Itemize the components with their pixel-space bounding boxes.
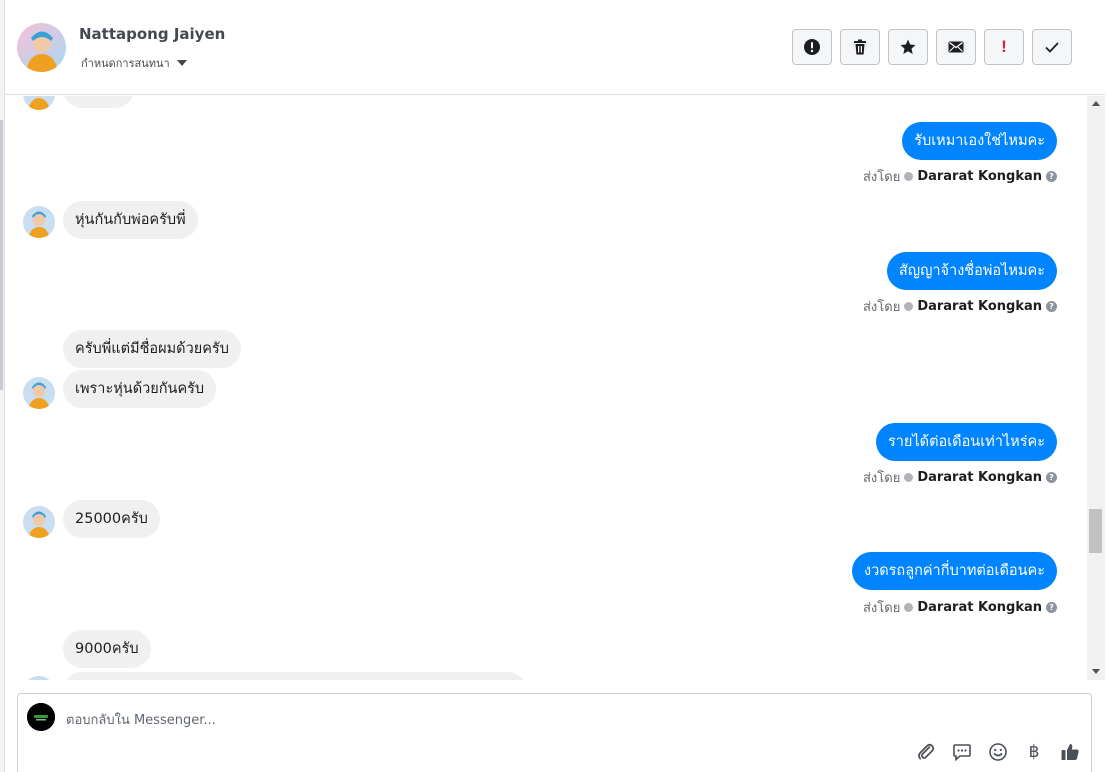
delete-button[interactable] <box>840 29 880 65</box>
agent-status-icon <box>904 172 914 181</box>
help-icon[interactable]: ? <box>1046 171 1057 182</box>
envelope-icon <box>948 41 964 53</box>
contact-avatar-small <box>23 96 55 110</box>
reply-composer: ตอบกลับใน Messenger... ฿ <box>17 693 1092 772</box>
outgoing-message[interactable]: งวดรถลูกค่ากี่บาทต่อเดือนคะ <box>851 552 1057 590</box>
sent-by-label: ส่งโดย <box>862 471 901 486</box>
reply-input[interactable]: ตอบกลับใน Messenger... <box>66 709 216 730</box>
mark-unread-button[interactable] <box>936 29 976 65</box>
emoji-button[interactable] <box>987 741 1009 763</box>
agent-name[interactable]: Dararat Kongkan <box>917 600 1042 615</box>
agent-name[interactable]: Dararat Kongkan <box>917 169 1042 184</box>
contact-avatar-small <box>23 377 55 409</box>
page-avatar <box>27 703 55 731</box>
baht-icon: ฿ <box>1028 742 1040 762</box>
incoming-message[interactable]: เพราะหุ่นด้วยกันครับ <box>63 370 217 408</box>
incoming-message[interactable]: หุ่นกันกับพ่อครับพี่ <box>63 201 198 239</box>
assign-conversation-label: กำหนดการสนทนา <box>81 57 170 70</box>
help-icon[interactable]: ? <box>1046 301 1057 312</box>
speech-bubble-icon <box>953 744 971 762</box>
sent-by-info: ส่งโดย Dararat Kongkan ? <box>863 597 1057 618</box>
payment-button[interactable]: ฿ <box>1023 741 1045 763</box>
agent-name[interactable]: Dararat Kongkan <box>917 299 1042 314</box>
sent-by-info: ส่งโดย Dararat Kongkan ? <box>863 467 1057 488</box>
mark-done-button[interactable] <box>1032 29 1072 65</box>
contact-avatar-small <box>23 676 55 680</box>
outgoing-message[interactable]: รับเหมาเองใช่ไหมคะ <box>902 122 1057 160</box>
agent-status-icon <box>904 302 914 311</box>
assign-conversation-dropdown[interactable]: กำหนดการสนทนา <box>81 54 187 72</box>
sent-by-label: ส่งโดย <box>862 300 901 315</box>
paperclip-icon <box>918 743 935 760</box>
contact-name[interactable]: Nattapong Jaiyen <box>79 25 225 43</box>
outgoing-message[interactable]: รายได้ต่อเดือนเท่าไหร่คะ <box>875 423 1057 461</box>
sent-by-info: ส่งโดย Dararat Kongkan ? <box>863 296 1057 317</box>
composer-tools: ฿ <box>915 741 1081 763</box>
incoming-message[interactable]: 9000ครับ <box>63 630 151 668</box>
left-panel-scroll-indicator <box>0 120 3 390</box>
scrollbar-thumb[interactable] <box>1089 509 1102 553</box>
sent-by-info: ส่งโดย Dararat Kongkan ? <box>863 166 1057 187</box>
saved-replies-button[interactable] <box>951 741 973 763</box>
incoming-message[interactable] <box>63 672 527 680</box>
exclamation-icon: ! <box>1001 37 1007 56</box>
outgoing-message[interactable]: สัญญาจ้างชื่อพ่อไหมคะ <box>886 252 1057 290</box>
help-icon[interactable]: ? <box>1046 472 1057 483</box>
message-thread[interactable]: รับเหมาเองใช่ไหมคะ ส่งโดย Dararat Kongka… <box>5 96 1087 680</box>
sent-by-label: ส่งโดย <box>862 601 901 616</box>
incoming-message[interactable]: ครับพี่แต่มีชื่อผมด้วยครับ <box>63 330 241 368</box>
message-scrollbar[interactable] <box>1087 96 1105 680</box>
contact-avatar-small <box>23 206 55 238</box>
smiley-icon <box>989 743 1007 761</box>
alert-circle-icon <box>804 39 820 55</box>
caret-down-icon <box>176 60 187 66</box>
thumbs-up-icon <box>1061 744 1079 760</box>
like-button[interactable] <box>1059 741 1081 763</box>
scroll-up-icon[interactable] <box>1092 101 1100 106</box>
agent-status-icon <box>904 473 914 482</box>
scroll-down-icon[interactable] <box>1092 669 1100 674</box>
star-icon <box>900 39 916 54</box>
help-icon[interactable]: ? <box>1046 602 1057 613</box>
conversation-actions: ! <box>792 29 1072 65</box>
star-button[interactable] <box>888 29 928 65</box>
attach-file-button[interactable] <box>915 741 937 763</box>
spam-button[interactable] <box>792 29 832 65</box>
sent-by-label: ส่งโดย <box>862 170 901 185</box>
check-icon <box>1045 42 1059 53</box>
conversation-header: Nattapong Jaiyen กำหนดการสนทนา ! <box>5 0 1105 95</box>
agent-status-icon <box>904 603 914 612</box>
contact-avatar[interactable] <box>17 23 66 72</box>
incoming-message[interactable]: 25000ครับ <box>63 500 160 538</box>
agent-name[interactable]: Dararat Kongkan <box>917 470 1042 485</box>
incoming-message[interactable] <box>63 96 134 108</box>
trash-icon <box>854 39 866 55</box>
contact-avatar-small <box>23 506 55 538</box>
follow-up-button[interactable]: ! <box>984 29 1024 65</box>
